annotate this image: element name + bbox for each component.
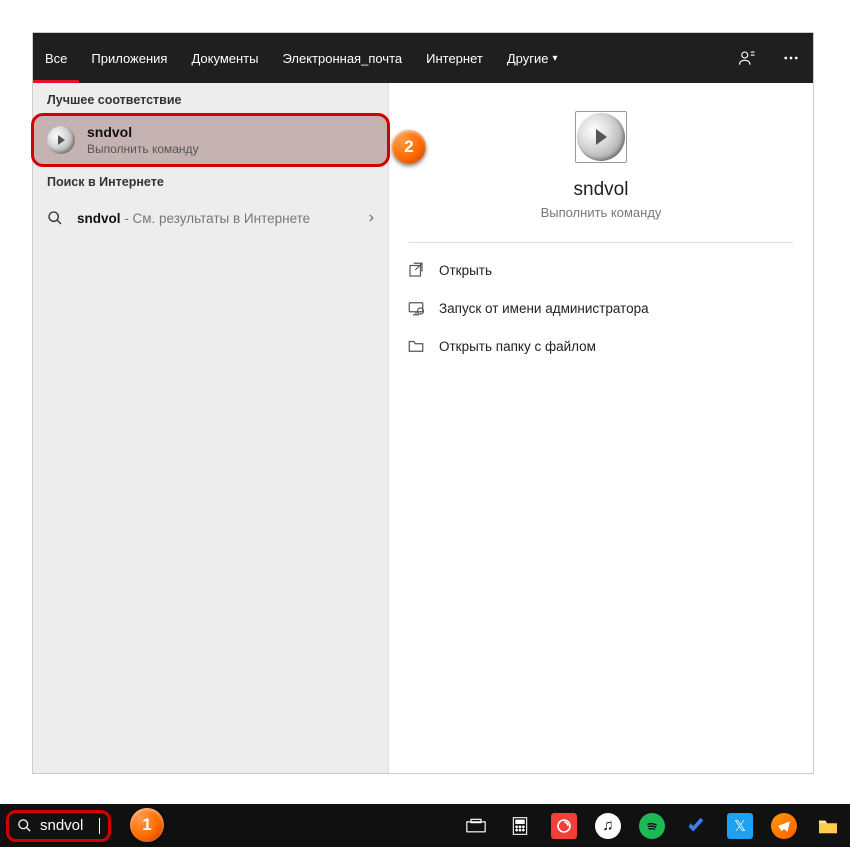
filter-tabs: Все Приложения Документы Электронная_поч… <box>33 33 813 83</box>
taskbar-app-telegram[interactable] <box>762 804 806 847</box>
annotation-marker-2: 2 <box>392 130 426 164</box>
taskbar-app-spotify[interactable] <box>630 804 674 847</box>
annotation-frame <box>31 113 390 167</box>
chevron-down-icon: ▾ <box>552 53 557 64</box>
action-run-as-admin[interactable]: Запуск от имени администратора <box>403 289 799 327</box>
speaker-icon <box>577 113 625 161</box>
search-icon <box>47 210 63 226</box>
detail-column: sndvol Выполнить команду Открыть Запуск … <box>388 83 813 773</box>
taskbar: ♫ 𝕏 <box>0 804 850 847</box>
admin-icon <box>407 299 425 317</box>
speaker-icon <box>47 126 75 154</box>
results-column: Лучшее соответствие sndvol Выполнить ком… <box>33 83 388 773</box>
best-match-result[interactable]: sndvol Выполнить команду <box>33 115 388 165</box>
web-search-header: Поиск в Интернете <box>33 165 388 197</box>
detail-subtitle: Выполнить команду <box>541 205 662 220</box>
tab-more[interactable]: Другие▾ <box>495 33 570 83</box>
text-cursor <box>99 818 100 834</box>
tab-documents[interactable]: Документы <box>179 33 270 83</box>
annotation-marker-1: 1 <box>130 808 164 842</box>
open-icon <box>407 261 425 279</box>
divider <box>409 242 793 243</box>
result-title: sndvol <box>87 124 199 140</box>
tab-internet[interactable]: Интернет <box>414 33 495 83</box>
feedback-icon[interactable] <box>725 49 769 67</box>
taskbar-app-twitter[interactable]: 𝕏 <box>718 804 762 847</box>
detail-title: sndvol <box>574 179 629 201</box>
more-options-icon[interactable] <box>769 49 813 67</box>
taskbar-app-taskview[interactable] <box>454 804 498 847</box>
search-input[interactable] <box>40 817 100 834</box>
taskbar-app-explorer[interactable] <box>806 804 850 847</box>
folder-icon <box>407 337 425 355</box>
detail-app-icon <box>575 111 627 163</box>
action-open-file-location[interactable]: Открыть папку с файлом <box>403 327 799 365</box>
result-subtitle: Выполнить команду <box>87 142 199 156</box>
taskbar-app-calculator[interactable] <box>498 804 542 847</box>
taskbar-app-pocketcasts[interactable] <box>542 804 586 847</box>
tab-apps[interactable]: Приложения <box>79 33 179 83</box>
taskbar-app-itunes[interactable]: ♫ <box>586 804 630 847</box>
tab-email[interactable]: Электронная_почта <box>270 33 414 83</box>
best-match-header: Лучшее соответствие <box>33 83 388 115</box>
taskbar-apps: ♫ 𝕏 <box>454 804 850 847</box>
chevron-right-icon: › <box>369 209 374 227</box>
action-open[interactable]: Открыть <box>403 251 799 289</box>
search-icon <box>17 818 32 833</box>
tab-all[interactable]: Все <box>33 33 79 83</box>
web-search-result[interactable]: sndvol - См. результаты в Интернете › <box>33 197 388 239</box>
taskbar-search[interactable] <box>0 804 400 847</box>
taskbar-app-todo[interactable] <box>674 804 718 847</box>
